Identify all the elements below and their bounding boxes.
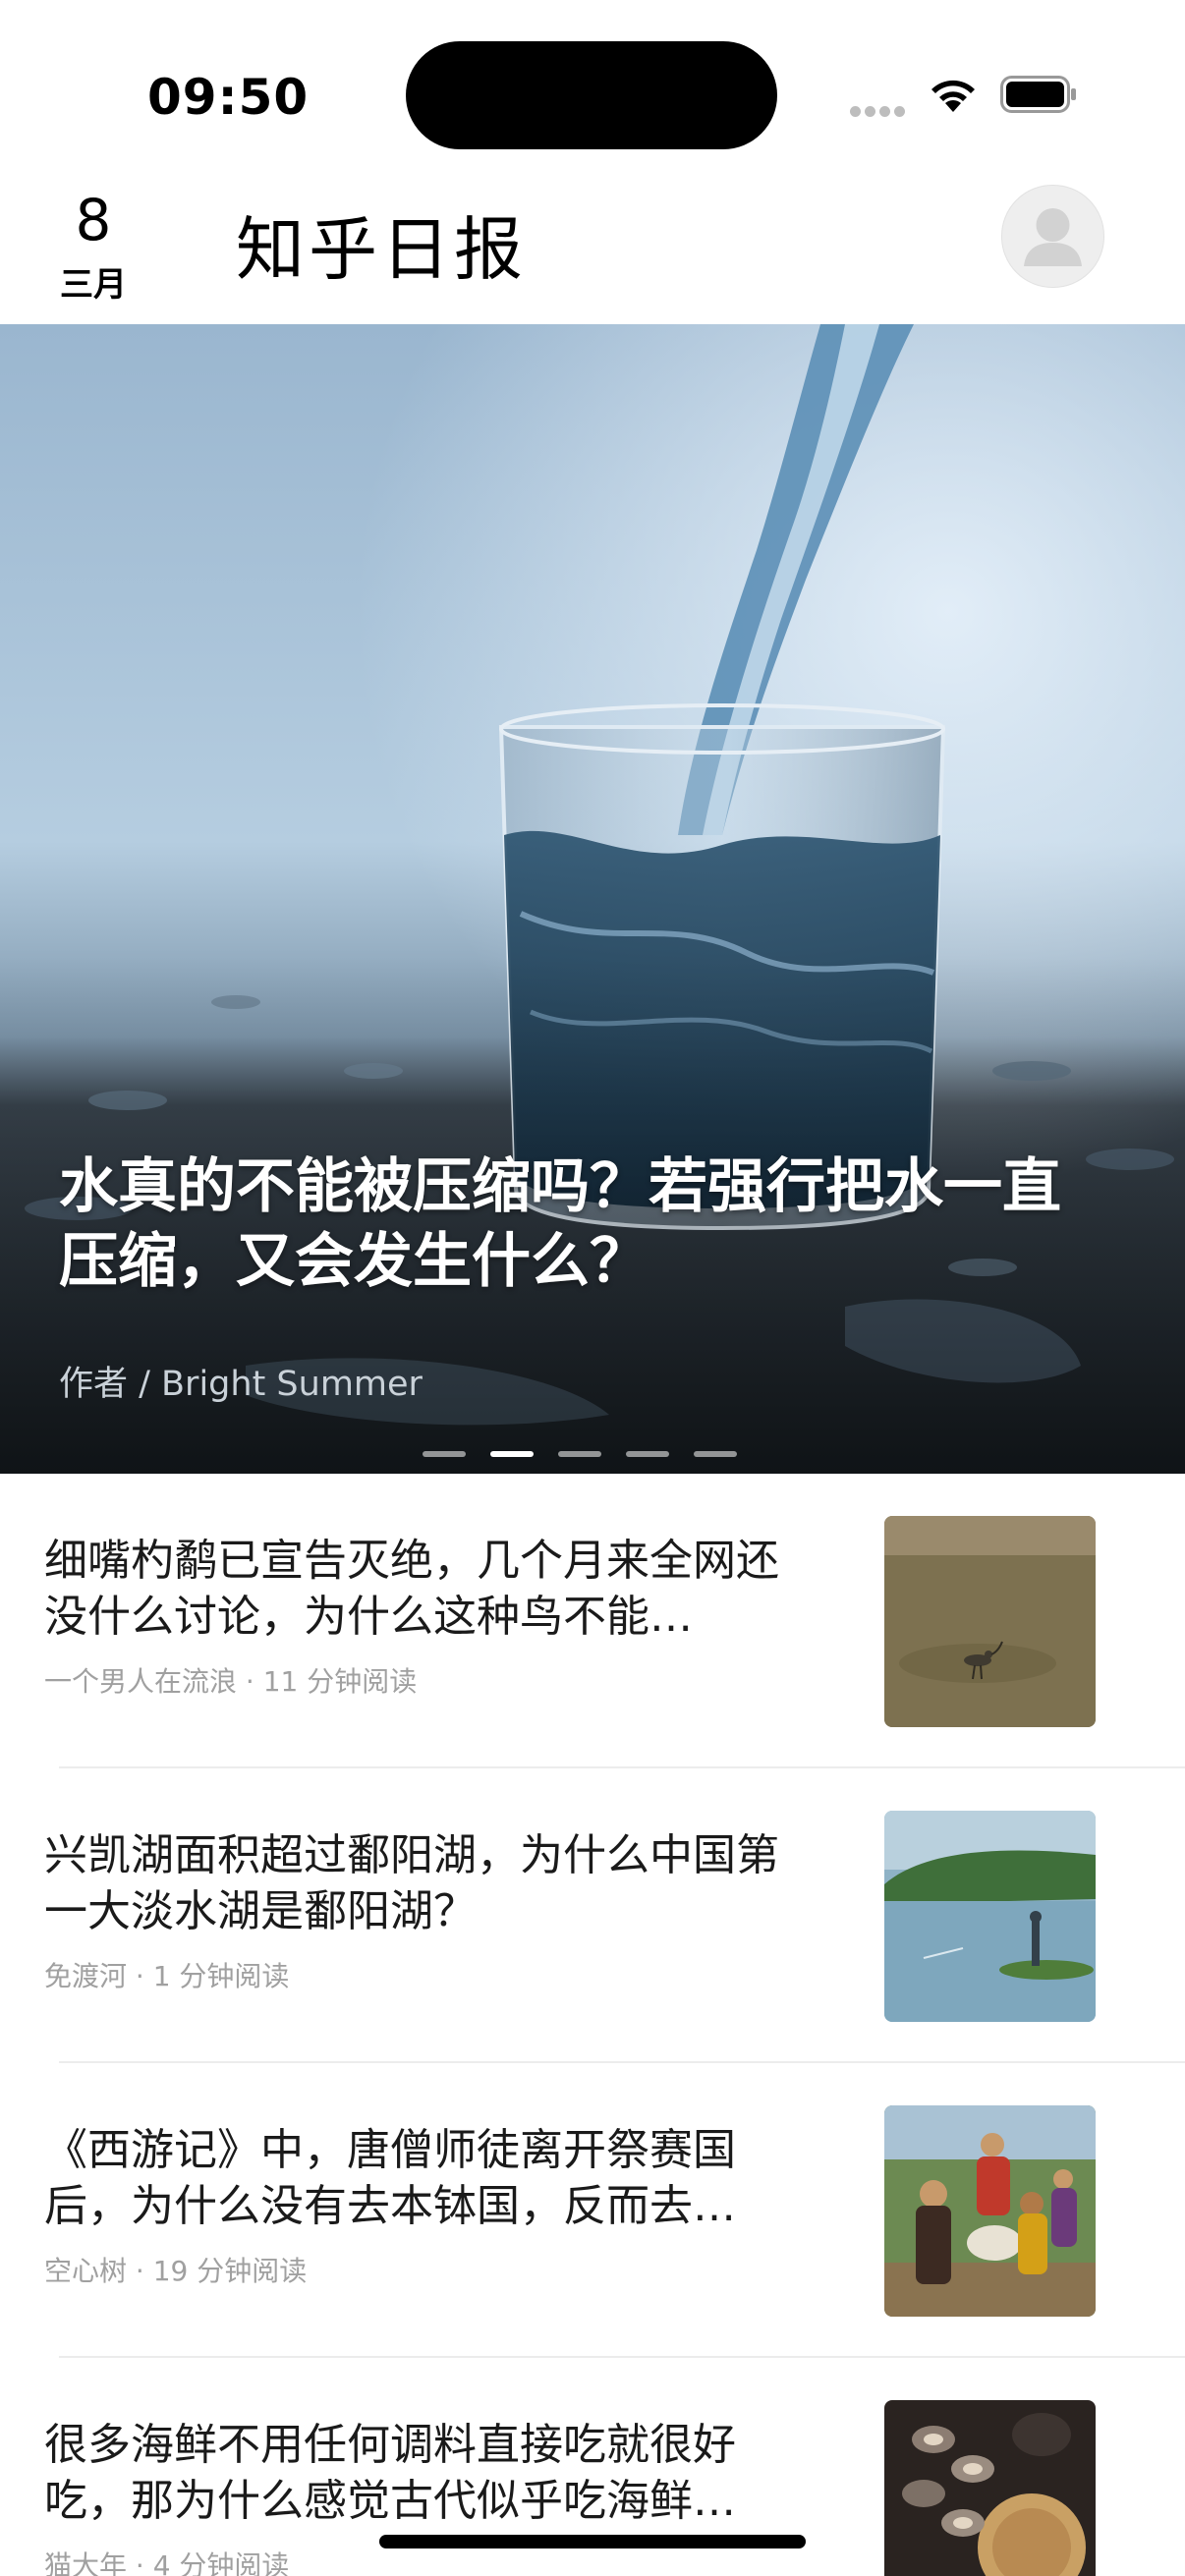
article-read-time: 19 分钟阅读 <box>152 2255 308 2287</box>
article-meta: 空心树 · 19 分钟阅读 <box>44 2250 307 2289</box>
user-avatar-button[interactable] <box>1001 185 1104 288</box>
meta-separator: · <box>127 2549 153 2576</box>
carousel-dot-active[interactable] <box>490 1451 534 1457</box>
article-thumbnail <box>884 2105 1096 2317</box>
hero-carousel[interactable] <box>0 324 1185 1474</box>
article-meta: 一个男人在流浪 · 11 分钟阅读 <box>44 1660 417 1700</box>
article-title: 很多海鲜不用任何调料直接吃就很好吃，那为什么感觉古代似乎吃海鲜… <box>44 2420 736 2526</box>
article-read-time: 11 分钟阅读 <box>262 1665 418 1698</box>
article-title: 兴凯湖面积超过鄱阳湖，为什么中国第一大淡水湖是鄱阳湖？ <box>44 1830 779 1936</box>
oysters-image <box>884 2400 1096 2576</box>
status-time: 09:50 <box>147 69 310 126</box>
date-month: 三月 <box>60 265 127 305</box>
carousel-dot[interactable] <box>558 1451 601 1457</box>
article-author: 免渡河 <box>44 1960 128 1992</box>
article-read-time: 4 分钟阅读 <box>152 2549 290 2576</box>
article-title: 《西游记》中，唐僧师徒离开祭赛国后，为什么没有去本钵国，反而去… <box>44 2125 736 2231</box>
article-title: 细嘴杓鹬已宣告灭绝，几个月来全网还没什么讨论，为什么这种鸟不能… <box>44 1536 779 1642</box>
wifi-icon <box>931 80 975 112</box>
article-author: 空心树 <box>44 2255 128 2287</box>
battery-icon <box>1000 76 1076 113</box>
article-meta: 免渡河 · 1 分钟阅读 <box>44 1955 289 1994</box>
article-read-time: 1 分钟阅读 <box>152 1960 290 1992</box>
article-meta: 猫大年 · 4 分钟阅读 <box>44 2545 289 2576</box>
list-item[interactable]: 兴凯湖面积超过鄱阳湖，为什么中国第一大淡水湖是鄱阳湖？ 免渡河 · 1 分钟阅读 <box>0 1768 1185 2063</box>
carousel-dot[interactable] <box>694 1451 737 1457</box>
hero-water-glass-image <box>0 324 1185 1474</box>
hero-article-title[interactable]: 水真的不能被压缩吗？若强行把水一直压缩，又会发生什么？ <box>59 1149 1100 1299</box>
carousel-page-indicator[interactable] <box>423 1442 762 1461</box>
list-item[interactable]: 细嘴杓鹬已宣告灭绝，几个月来全网还没什么讨论，为什么这种鸟不能… 一个男人在流浪… <box>0 1474 1185 1768</box>
carousel-dot[interactable] <box>626 1451 669 1457</box>
list-item[interactable]: 《西游记》中，唐僧师徒离开祭赛国后，为什么没有去本钵国，反而去… 空心树 · 1… <box>0 2063 1185 2358</box>
cellular-signal-icon <box>850 102 909 121</box>
curlew-bird-image <box>884 1516 1096 1727</box>
article-thumbnail <box>884 1516 1096 1727</box>
dynamic-island <box>406 41 777 149</box>
hero-article-author: 作者 / Bright Summer <box>59 1365 423 1404</box>
article-author: 一个男人在流浪 <box>44 1665 238 1698</box>
article-author: 猫大年 <box>44 2549 128 2576</box>
home-indicator[interactable] <box>379 2535 806 2548</box>
date-day: 8 <box>75 187 112 253</box>
status-bar: 09:50 <box>0 0 1185 167</box>
article-thumbnail <box>884 2400 1096 2576</box>
carousel-dot[interactable] <box>423 1451 466 1457</box>
lake-island-image <box>884 1811 1096 2022</box>
app-title: 知乎日报 <box>236 209 527 290</box>
meta-separator: · <box>127 2255 153 2287</box>
meta-separator: · <box>237 1665 263 1698</box>
article-thumbnail <box>884 1811 1096 2022</box>
meta-separator: · <box>127 1960 153 1992</box>
user-silhouette-icon <box>1024 208 1082 266</box>
app-screen: 09:50 8 三月 知乎日报 水真的不能被压缩吗？若强行把水一直压缩，又会发生… <box>0 0 1185 2576</box>
journey-west-image <box>884 2105 1096 2317</box>
